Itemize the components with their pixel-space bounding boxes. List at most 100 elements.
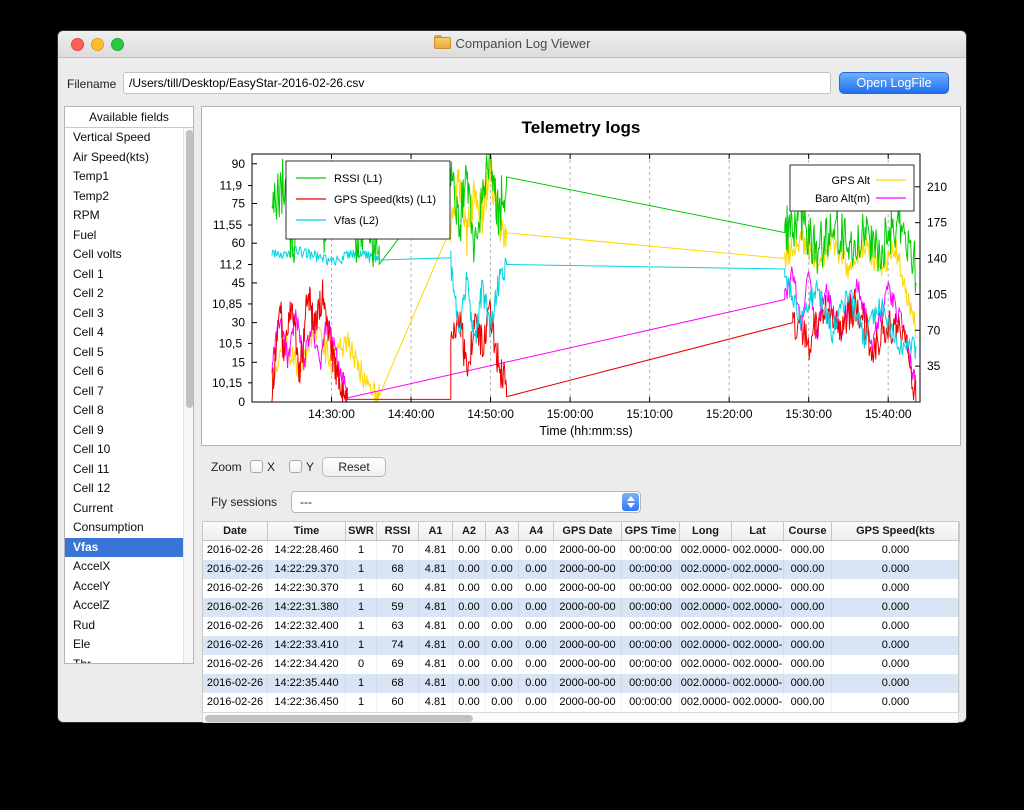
column-header-rssi[interactable]: RSSI: [377, 522, 419, 541]
table-cell: 4.81: [419, 617, 453, 636]
table-cell: 74: [377, 636, 419, 655]
sidebar-item-ele[interactable]: Ele: [65, 635, 193, 655]
table-row[interactable]: 2016-02-2614:22:34.4200694.810.000.000.0…: [203, 655, 958, 674]
zoom-x-checkbox[interactable]: [250, 460, 263, 473]
table-cell: 68: [377, 560, 419, 579]
sidebar-item-accelz[interactable]: AccelZ: [65, 596, 193, 616]
column-header-gps-speed-kts[interactable]: GPS Speed(kts: [832, 522, 960, 541]
table-cell: 14:22:29.370: [268, 560, 346, 579]
table-cell: 0.000: [832, 579, 960, 598]
sidebar-item-cell-12[interactable]: Cell 12: [65, 479, 193, 499]
table-row[interactable]: 2016-02-2614:22:31.3801594.810.000.000.0…: [203, 598, 958, 617]
table-cell: 1: [346, 674, 377, 693]
minimize-button[interactable]: [91, 38, 104, 51]
column-header-lat[interactable]: Lat: [732, 522, 784, 541]
column-header-long[interactable]: Long: [680, 522, 732, 541]
alt-tick-label: 105: [927, 287, 947, 301]
column-header-a3[interactable]: A3: [486, 522, 519, 541]
sidebar-item-cell-3[interactable]: Cell 3: [65, 304, 193, 324]
table-row[interactable]: 2016-02-2614:22:33.4101744.810.000.000.0…: [203, 636, 958, 655]
sidebar-item-consumption[interactable]: Consumption: [65, 518, 193, 538]
table-cell: 00:00:00: [622, 579, 680, 598]
sidebar-item-accelx[interactable]: AccelX: [65, 557, 193, 577]
rssi-tick-label: 15: [232, 355, 246, 369]
table-cell: 0.00: [453, 560, 486, 579]
column-header-swr[interactable]: SWR: [346, 522, 377, 541]
table-cell: 2000-00-00: [554, 541, 622, 560]
maximize-button[interactable]: [111, 38, 124, 51]
sidebar-item-cell-1[interactable]: Cell 1: [65, 265, 193, 285]
column-header-a2[interactable]: A2: [453, 522, 486, 541]
table-cell: 4.81: [419, 674, 453, 693]
table-cell: 1: [346, 617, 377, 636]
filename-input[interactable]: [123, 72, 831, 94]
table-body: 2016-02-2614:22:28.4601704.810.000.000.0…: [203, 541, 958, 712]
sidebar-item-rpm[interactable]: RPM: [65, 206, 193, 226]
column-header-a1[interactable]: A1: [419, 522, 453, 541]
chevron-up-icon: [627, 496, 635, 501]
sidebar-scrollbar-thumb[interactable]: [186, 130, 193, 408]
sidebar-scrollbar[interactable]: [183, 128, 193, 663]
sidebar-item-cell-5[interactable]: Cell 5: [65, 343, 193, 363]
sidebar-item-current[interactable]: Current: [65, 499, 193, 519]
table-cell: 0.00: [486, 636, 519, 655]
sidebar-item-temp1[interactable]: Temp1: [65, 167, 193, 187]
sidebar-item-vertical-speed[interactable]: Vertical Speed: [65, 128, 193, 148]
reset-button[interactable]: Reset: [322, 457, 386, 477]
column-header-gps-time[interactable]: GPS Time: [622, 522, 680, 541]
sidebar-item-cell-7[interactable]: Cell 7: [65, 382, 193, 402]
table-cell: 00:00:00: [622, 655, 680, 674]
fly-sessions-dropdown[interactable]: ---: [291, 491, 641, 513]
sidebar-item-accely[interactable]: AccelY: [65, 577, 193, 597]
zoom-y-checkbox[interactable]: [289, 460, 302, 473]
sidebar-item-cell-2[interactable]: Cell 2: [65, 284, 193, 304]
table-row[interactable]: 2016-02-2614:22:36.4501604.810.000.000.0…: [203, 693, 958, 712]
sidebar-item-cell-10[interactable]: Cell 10: [65, 440, 193, 460]
table-horizontal-scrollbar-thumb[interactable]: [205, 715, 473, 722]
sidebar-item-cell-volts[interactable]: Cell volts: [65, 245, 193, 265]
table-cell: 2000-00-00: [554, 598, 622, 617]
table-cell: 00:00:00: [622, 598, 680, 617]
table-horizontal-scrollbar[interactable]: [202, 712, 959, 723]
table-row[interactable]: 2016-02-2614:22:35.4401684.810.000.000.0…: [203, 674, 958, 693]
table-row[interactable]: 2016-02-2614:22:29.3701684.810.000.000.0…: [203, 560, 958, 579]
column-header-time[interactable]: Time: [268, 522, 346, 541]
table-cell: 0.00: [453, 541, 486, 560]
table-cell: 2000-00-00: [554, 674, 622, 693]
x-tick-label: 15:20:00: [706, 407, 753, 421]
table-cell: 002.0000-: [732, 674, 784, 693]
table-cell: 14:22:36.450: [268, 693, 346, 712]
open-logfile-button[interactable]: Open LogFile: [839, 72, 949, 94]
table-row[interactable]: 2016-02-2614:22:28.4601704.810.000.000.0…: [203, 541, 958, 560]
sidebar-item-temp2[interactable]: Temp2: [65, 187, 193, 207]
column-header-a4[interactable]: A4: [519, 522, 554, 541]
sidebar-item-air-speed-kts[interactable]: Air Speed(kts): [65, 148, 193, 168]
table-cell: 4.81: [419, 693, 453, 712]
column-header-gps-date[interactable]: GPS Date: [554, 522, 622, 541]
sidebar-item-fuel[interactable]: Fuel: [65, 226, 193, 246]
x-tick-label: 14:40:00: [388, 407, 435, 421]
rssi-tick-label: 75: [232, 196, 246, 210]
alt-tick-label: 35: [927, 359, 941, 373]
sidebar-item-cell-4[interactable]: Cell 4: [65, 323, 193, 343]
sidebar-item-cell-11[interactable]: Cell 11: [65, 460, 193, 480]
table-cell: 000.00: [784, 560, 832, 579]
table-cell: 002.0000-: [680, 560, 732, 579]
legend-label: Baro Alt(m): [815, 193, 870, 205]
table-row[interactable]: 2016-02-2614:22:30.3701604.810.000.000.0…: [203, 579, 958, 598]
sidebar-item-cell-6[interactable]: Cell 6: [65, 362, 193, 382]
table-cell: 0.00: [519, 598, 554, 617]
sidebar-item-cell-8[interactable]: Cell 8: [65, 401, 193, 421]
table-cell: 0.00: [453, 655, 486, 674]
sidebar-item-rud[interactable]: Rud: [65, 616, 193, 636]
table-row[interactable]: 2016-02-2614:22:32.4001634.810.000.000.0…: [203, 617, 958, 636]
sidebar-item-thr[interactable]: Thr: [65, 655, 193, 665]
alt-tick-label: 140: [927, 252, 947, 266]
table-cell: 0.000: [832, 541, 960, 560]
column-header-course[interactable]: Course: [784, 522, 832, 541]
sidebar-item-cell-9[interactable]: Cell 9: [65, 421, 193, 441]
column-header-date[interactable]: Date: [203, 522, 268, 541]
close-button[interactable]: [71, 38, 84, 51]
table-cell: 1: [346, 560, 377, 579]
sidebar-item-vfas[interactable]: Vfas: [65, 538, 193, 558]
